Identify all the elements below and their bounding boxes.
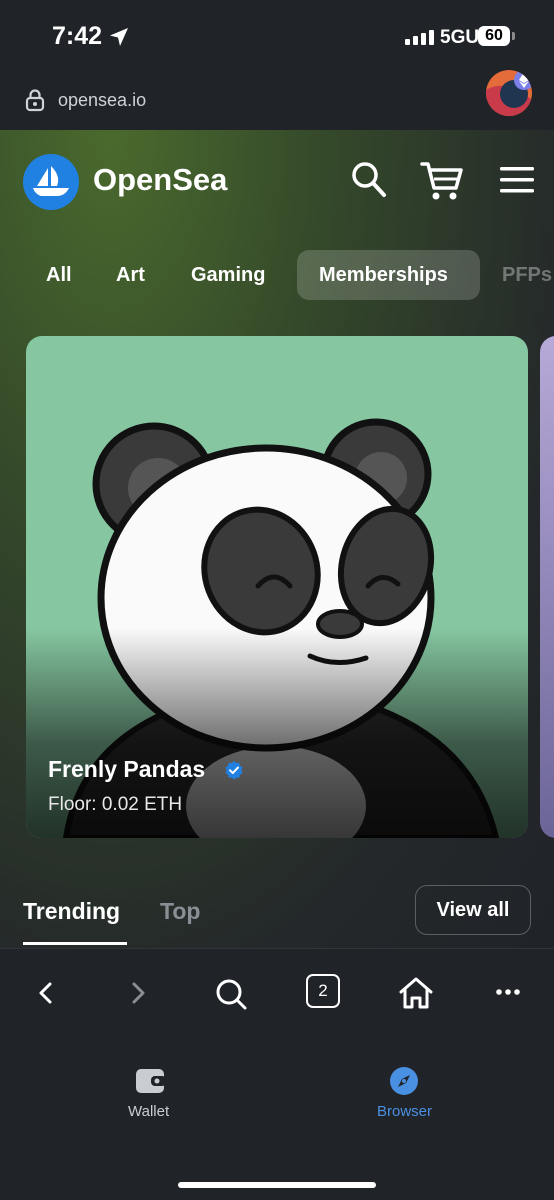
bottom-tab-bar: Wallet Browser xyxy=(0,1035,554,1200)
home-indicator[interactable] xyxy=(178,1182,376,1188)
next-collection-card[interactable] xyxy=(540,336,554,838)
home-icon[interactable] xyxy=(398,976,434,1010)
browser-tab-label[interactable]: Browser xyxy=(377,1103,432,1120)
cart-icon[interactable] xyxy=(420,160,464,202)
trending-underline xyxy=(23,942,127,945)
status-bar: 7:42 5GUC 60 xyxy=(0,0,554,74)
opensea-logo[interactable] xyxy=(23,154,79,210)
lock-icon xyxy=(25,89,45,112)
url-text[interactable]: opensea.io xyxy=(58,90,146,111)
tabs-count-button[interactable]: 2 xyxy=(306,974,340,1008)
more-options-icon[interactable] xyxy=(496,988,520,996)
ship-logo-icon xyxy=(33,166,69,196)
menu-icon[interactable] xyxy=(498,166,536,194)
url-bar[interactable]: opensea.io xyxy=(0,70,554,130)
opensea-page: OpenSea All Art Gaming Memberships PFPs xyxy=(0,130,554,948)
tab-trending[interactable]: Trending xyxy=(23,898,120,925)
browser-compass-icon[interactable] xyxy=(389,1066,419,1096)
search-icon[interactable] xyxy=(350,160,388,200)
verified-badge-icon xyxy=(225,761,243,780)
tab-top[interactable]: Top xyxy=(160,898,200,925)
status-time: 7:42 xyxy=(52,22,103,50)
location-arrow-icon xyxy=(110,28,128,46)
back-icon[interactable] xyxy=(36,981,56,1005)
tab-all[interactable]: All xyxy=(24,250,94,300)
browser-toolbar: 2 xyxy=(0,948,554,1036)
wallet-icon[interactable] xyxy=(135,1067,167,1095)
floor-price: Floor: 0.02 ETH xyxy=(48,794,183,815)
collection-name[interactable]: Frenly Pandas xyxy=(48,756,205,783)
wallet-avatar[interactable] xyxy=(486,70,532,116)
wallet-tab-label[interactable]: Wallet xyxy=(128,1103,169,1120)
tab-memberships[interactable]: Memberships xyxy=(297,250,480,300)
featured-collection-card[interactable]: Frenly Pandas Floor: 0.02 ETH xyxy=(26,336,528,838)
battery-icon: 60 xyxy=(478,26,515,46)
view-all-button[interactable]: View all xyxy=(415,885,531,935)
tab-gaming[interactable]: Gaming xyxy=(169,250,287,300)
forward-icon[interactable] xyxy=(128,981,148,1005)
tab-pfps[interactable]: PFPs xyxy=(502,250,554,300)
avatar-art-icon xyxy=(486,70,532,116)
browser-search-icon[interactable] xyxy=(214,977,248,1011)
cellular-signal-icon xyxy=(405,30,434,45)
tab-art[interactable]: Art xyxy=(94,250,167,300)
category-tabs: All Art Gaming Memberships PFPs xyxy=(0,250,554,300)
brand-name[interactable]: OpenSea xyxy=(93,162,227,198)
